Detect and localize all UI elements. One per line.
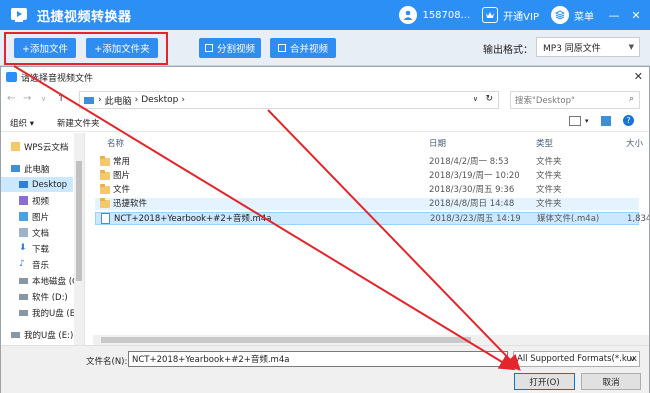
dialog-app-icon (6, 72, 17, 82)
nav-item-this-pc[interactable]: 此电脑 (11, 161, 83, 176)
column-header-date[interactable]: 日期 (429, 137, 446, 149)
list-item[interactable]: 图片 2018/3/19/周一 10:20 文件夹 (95, 170, 639, 182)
filetype-value: All Supported Formats(*.kux (517, 354, 637, 364)
view-dropdown-icon[interactable]: ▾ (585, 117, 589, 125)
filename-label: 文件名(N): (86, 357, 128, 367)
folder-icon (100, 170, 110, 180)
output-format-select[interactable]: MP3 同原文件 ▼ (536, 37, 640, 57)
filename-value: NCT+2018+Yearbook+#2+音频.m4a (132, 355, 290, 365)
filename-input[interactable]: NCT+2018+Yearbook+#2+音频.m4a (128, 351, 508, 367)
list-item[interactable]: 常用 2018/4/2/周一 8:53 文件夹 (95, 156, 639, 168)
merge-video-button[interactable]: 合并视频 (270, 38, 336, 58)
nav-item-usb-e-root[interactable]: 我的U盘 (E:) (11, 327, 83, 342)
media-file-icon (101, 213, 110, 224)
preview-pane-icon[interactable] (601, 116, 611, 126)
folder-icon (100, 184, 110, 194)
dialog-title: 请选择音视频文件 (21, 73, 94, 84)
annotation-highlight-box (4, 32, 168, 65)
merge-video-label: 合并视频 (289, 44, 328, 55)
view-options-icon[interactable] (569, 116, 581, 126)
organize-button[interactable]: 组织 ▾ (10, 117, 34, 129)
address-row: ← → ∨ ↑ › 此电脑 › Desktop › ∨ ↻ 搜索"Desktop… (1, 88, 649, 112)
vip-icon (482, 7, 499, 23)
column-header-size[interactable]: 大小 (626, 137, 643, 149)
computer-icon (11, 165, 20, 172)
up-arrow-icon[interactable]: ↑ (57, 93, 65, 104)
split-video-label: 分割视频 (216, 44, 255, 55)
output-format-value: MP3 同原文件 (543, 43, 601, 54)
menu-label: 菜单 (574, 11, 594, 23)
nav-scrollbar-thumb[interactable] (76, 161, 82, 281)
dialog-close-button[interactable]: ✕ (634, 70, 643, 83)
split-video-button[interactable]: 分割视频 (199, 38, 261, 58)
computer-icon (84, 96, 94, 104)
app-title: 迅捷视频转换器 (37, 9, 132, 25)
merge-icon (277, 44, 286, 52)
list-item[interactable]: 文件 2018/3/30/周五 9:36 文件夹 (95, 184, 639, 196)
horizontal-scrollbar-thumb[interactable] (101, 337, 471, 343)
minimize-button[interactable]: — (606, 0, 622, 30)
dialog-title-bar: 请选择音视频文件 ✕ (1, 67, 649, 87)
file-list: 名称 日期 类型 大小 常用 2018/4/2/周一 8:53 文件夹 图片 2… (93, 133, 649, 349)
forward-arrow-icon[interactable]: → (23, 93, 31, 104)
cloud-folder-icon (11, 142, 20, 151)
vip-button[interactable]: 开通VIP (482, 7, 539, 23)
navigation-pane: WPS云文档 此电脑 Desktop 视频 图片 文档 ⬇ 下载 ♪ 音乐 本地… (1, 133, 85, 349)
dropdown-arrow-icon: ∨ (629, 355, 635, 363)
download-arrow-icon: ⬇ (19, 243, 27, 253)
list-item[interactable]: 迅捷软件 2018/4/8/周日 14:48 文件夹 (95, 198, 639, 210)
usb-drive-icon (19, 309, 28, 316)
dialog-footer: 文件名(N): NCT+2018+Yearbook+#2+音频.m4a All … (1, 345, 649, 393)
folder-icon (100, 198, 110, 208)
split-icon (204, 44, 213, 52)
dropdown-arrow-icon: ▼ (628, 43, 634, 51)
breadcrumb-this-pc[interactable]: 此电脑 (105, 94, 132, 107)
menu-button[interactable]: 菜单 (551, 6, 594, 24)
breadcrumb-desktop[interactable]: Desktop (141, 95, 178, 105)
nav-scrollbar[interactable] (74, 133, 84, 349)
search-input[interactable]: 搜索"Desktop" ⌕ (510, 91, 640, 109)
recent-dropdown-icon[interactable]: ∨ (41, 95, 46, 103)
open-file-dialog: 请选择音视频文件 ✕ ← → ∨ ↑ › 此电脑 › Desktop › ∨ ↻… (0, 66, 650, 393)
horizontal-scrollbar[interactable] (93, 335, 649, 345)
column-header-type[interactable]: 类型 (536, 137, 553, 149)
refresh-icon[interactable]: ↻ (485, 94, 493, 104)
filetype-select[interactable]: All Supported Formats(*.kux ∨ (513, 351, 640, 367)
app-logo-icon (9, 5, 29, 25)
nav-item-wps[interactable]: WPS云文档 (11, 139, 83, 154)
back-arrow-icon[interactable]: ← (7, 93, 15, 104)
pictures-folder-icon (19, 212, 28, 221)
command-bar: 组织 ▾ 新建文件夹 ▾ ? (1, 112, 649, 132)
desktop-icon (19, 181, 28, 188)
hard-drive-icon (19, 277, 28, 284)
vip-label: 开通VIP (503, 11, 539, 23)
address-bar[interactable]: › 此电脑 › Desktop › ∨ ↻ (79, 91, 499, 109)
output-format-label: 输出格式： (483, 45, 533, 56)
column-header-name[interactable]: 名称 (107, 137, 124, 149)
documents-folder-icon (19, 228, 28, 237)
usb-drive-icon (11, 331, 20, 338)
new-folder-button[interactable]: 新建文件夹 (57, 117, 100, 129)
music-note-icon: ♪ (19, 259, 25, 269)
user-id: 158708... (422, 9, 471, 21)
folder-icon (100, 156, 110, 166)
menu-icon (551, 6, 569, 24)
cancel-button[interactable]: 取消 (581, 373, 641, 390)
app-title-bar: 迅捷视频转换器 158708... 开通VIP 菜单 — ✕ (0, 0, 650, 30)
close-app-button[interactable]: ✕ (628, 0, 644, 30)
nav-item-desktop[interactable]: Desktop (1, 177, 73, 192)
search-placeholder: 搜索"Desktop" (515, 96, 575, 106)
list-item-selected[interactable]: NCT+2018+Yearbook+#2+音频.m4a 2018/3/23/周五… (95, 212, 649, 225)
help-icon[interactable]: ? (623, 115, 634, 126)
search-icon: ⌕ (628, 94, 634, 104)
address-dropdown-icon[interactable]: ∨ (473, 95, 478, 103)
video-folder-icon (19, 196, 28, 205)
hard-drive-icon (19, 293, 28, 300)
user-account[interactable]: 158708... (399, 6, 470, 24)
user-icon (399, 6, 418, 24)
open-button[interactable]: 打开(O) (514, 373, 575, 390)
